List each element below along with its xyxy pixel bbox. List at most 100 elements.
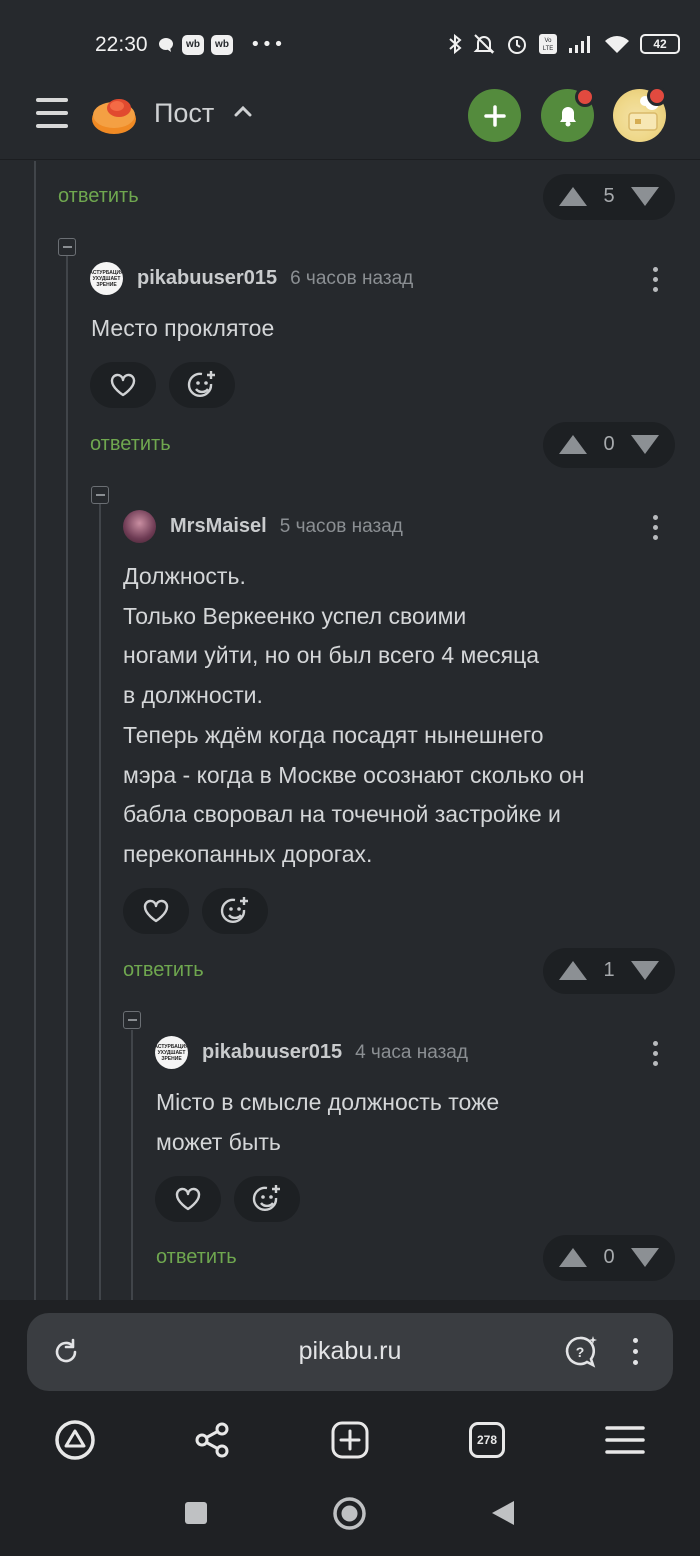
assistant-icon[interactable]: ?: [563, 1334, 599, 1370]
downvote-button[interactable]: [631, 961, 659, 980]
bluetooth-icon: [449, 33, 462, 55]
like-button[interactable]: [123, 888, 189, 934]
wb-app-icon-2: wb: [211, 34, 233, 55]
comment-time[interactable]: 6 часов назад: [290, 268, 413, 290]
svg-text:?: ?: [576, 1344, 585, 1360]
notification-badge: [575, 87, 595, 107]
thread-line: [66, 256, 68, 1300]
collapse-thread-button[interactable]: [91, 486, 109, 504]
comment-text: Мiсто в смысле должность тоже может быть: [156, 1089, 500, 1155]
hamburger-icon: [605, 1426, 645, 1454]
mute-icon: [473, 34, 495, 54]
plus-icon: [483, 104, 506, 127]
comment-header: MrsMaisel 5 часов назад: [123, 510, 403, 543]
new-tab-button[interactable]: [328, 1418, 372, 1462]
comment-author[interactable]: pikabuuser015: [202, 1041, 342, 1064]
downvote-button[interactable]: [631, 1248, 659, 1267]
reply-link[interactable]: ответить: [156, 1246, 237, 1269]
recents-icon[interactable]: [184, 1501, 208, 1525]
tab-count: 278: [469, 1422, 505, 1458]
page-title[interactable]: Пост: [154, 98, 214, 129]
vote-count: 0: [603, 433, 615, 455]
downvote-button[interactable]: [631, 187, 659, 206]
browser-menu-icon[interactable]: [633, 1338, 639, 1365]
add-reaction-button[interactable]: [234, 1176, 300, 1222]
address-bar[interactable]: pikabu.ru ?: [27, 1313, 673, 1391]
chevron-up-icon[interactable]: [234, 104, 252, 118]
share-button[interactable]: [190, 1418, 234, 1462]
comment-time[interactable]: 4 часа назад: [355, 1042, 468, 1064]
vote-control: 0: [543, 422, 675, 468]
plus-square-icon: [331, 1421, 369, 1459]
share-icon: [195, 1422, 229, 1458]
bell-icon: [559, 106, 576, 126]
reply-link[interactable]: ответить: [123, 959, 204, 982]
status-bar: 22:30 wb wb ••• Vo LTE 42: [0, 0, 700, 80]
battery-icon: 42: [640, 34, 680, 54]
add-post-button[interactable]: [468, 89, 521, 142]
more-notifications-icon: •••: [250, 34, 285, 55]
emoji-add-icon: [252, 1185, 280, 1211]
collapse-thread-button[interactable]: [58, 238, 76, 256]
vote-count: 5: [603, 185, 615, 207]
heart-icon: [143, 899, 169, 923]
alarm-icon: [508, 36, 526, 54]
like-button[interactable]: [90, 362, 156, 408]
add-reaction-button[interactable]: [169, 362, 235, 408]
signal-icon: [569, 36, 590, 53]
more-options-icon[interactable]: [652, 515, 658, 540]
more-options-icon[interactable]: [652, 1041, 658, 1066]
tabs-button[interactable]: 278: [465, 1418, 509, 1462]
avatar[interactable]: [123, 510, 156, 543]
comment-author[interactable]: MrsMaisel: [170, 515, 267, 538]
back-icon[interactable]: [490, 1499, 516, 1527]
alice-button[interactable]: [53, 1418, 97, 1462]
status-notification-icons: wb wb •••: [157, 34, 285, 55]
vote-count: 1: [603, 959, 615, 981]
upvote-button[interactable]: [559, 1248, 587, 1267]
vote-control: 0: [543, 1235, 675, 1281]
thread-line: [34, 161, 36, 1300]
wb-app-icon: wb: [182, 34, 204, 55]
like-button[interactable]: [155, 1176, 221, 1222]
upvote-button[interactable]: [559, 435, 587, 454]
comment-author[interactable]: pikabuuser015: [137, 267, 277, 290]
upvote-button[interactable]: [559, 187, 587, 206]
avatar[interactable]: АСТУРБАЦИЯ УХУДШАЕТ ЗРЕНИЕ: [155, 1036, 188, 1069]
thread-line: [99, 504, 101, 1300]
wifi-icon: [605, 36, 629, 53]
comment-time[interactable]: 5 часов назад: [280, 516, 403, 538]
system-navigation: [0, 1496, 700, 1540]
heart-icon: [110, 373, 136, 397]
reply-link[interactable]: ответить: [90, 433, 171, 456]
volte-icon: Vo LTE: [539, 34, 557, 54]
thread-line: [131, 1030, 133, 1300]
comment-text: Должность. Только Веркеенко успел своими…: [123, 563, 585, 867]
comment-header: АСТУРБАЦИЯ УХУДШАЕТ ЗРЕНИЕ pikabuuser015…: [155, 1036, 468, 1069]
downvote-button[interactable]: [631, 435, 659, 454]
app-header: Пост: [0, 80, 700, 160]
avatar-badge: [647, 86, 667, 106]
vote-control: 5: [543, 174, 675, 220]
collapse-thread-button[interactable]: [123, 1011, 141, 1029]
home-icon[interactable]: [332, 1496, 367, 1531]
status-time: 22:30: [95, 33, 148, 56]
vote-control: 1: [543, 948, 675, 994]
hamburger-button[interactable]: [603, 1418, 647, 1462]
reply-link[interactable]: ответить: [58, 185, 139, 208]
svg-text:Vo: Vo: [544, 38, 552, 44]
pikabu-logo[interactable]: [91, 91, 137, 137]
browser-toolbar: pikabu.ru ? 278: [0, 1300, 700, 1556]
alice-icon: [55, 1420, 95, 1460]
status-system-icons: Vo LTE 42: [448, 33, 680, 55]
add-reaction-button[interactable]: [202, 888, 268, 934]
avatar[interactable]: АСТУРБАЦИЯ УХУДШАЕТ ЗРЕНИЕ: [90, 262, 123, 295]
vote-count: 0: [603, 1246, 615, 1268]
browser-nav: 278: [0, 1418, 700, 1462]
menu-icon[interactable]: [36, 98, 68, 128]
more-options-icon[interactable]: [652, 267, 658, 292]
comment-header: АСТУРБАЦИЯ УХУДШАЕТ ЗРЕНИЕ pikabuuser015…: [90, 262, 413, 295]
emoji-add-icon: [187, 371, 215, 397]
upvote-button[interactable]: [559, 961, 587, 980]
svg-text:LTE: LTE: [543, 46, 554, 52]
